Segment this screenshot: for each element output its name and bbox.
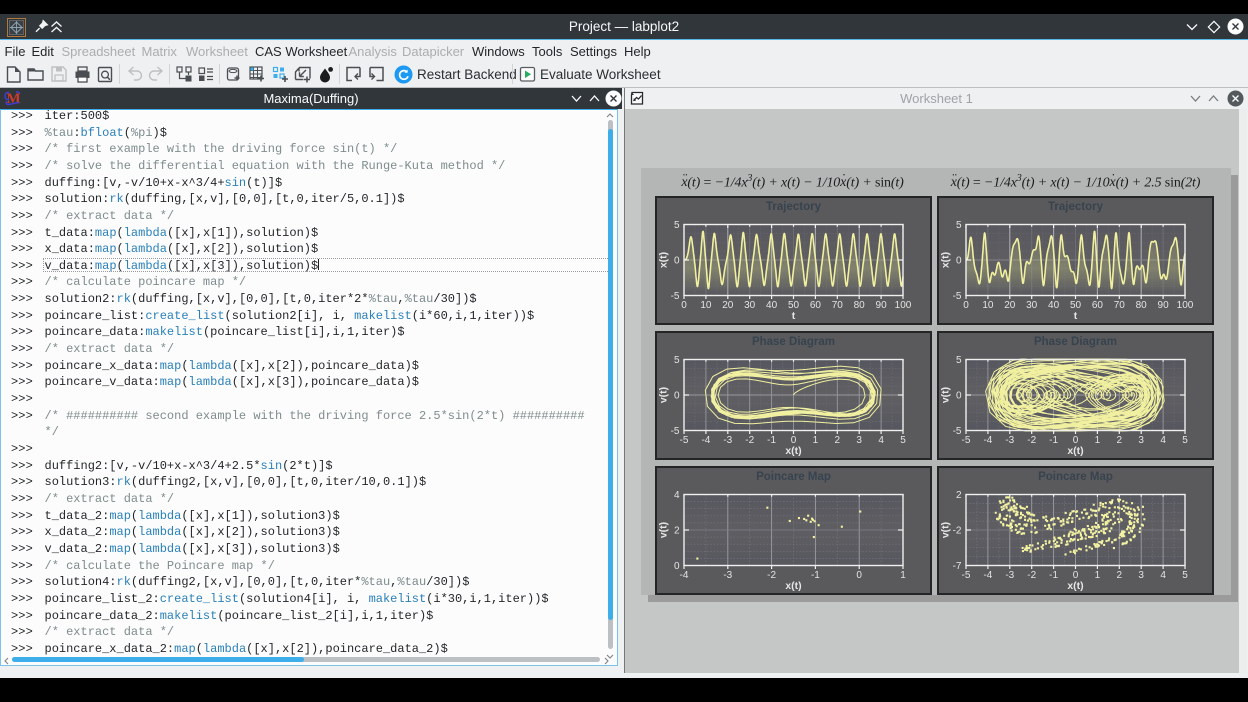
svg-text:0: 0	[956, 390, 962, 401]
svg-text:0: 0	[856, 570, 862, 581]
svg-text:-1: -1	[811, 570, 820, 581]
svg-text:v(t): v(t)	[940, 521, 952, 537]
svg-text:20: 20	[1004, 300, 1016, 311]
svg-text:5: 5	[956, 355, 962, 366]
svg-text:5: 5	[674, 355, 680, 366]
svg-text:Poincare Map: Poincare Map	[756, 471, 831, 483]
svg-text:-5: -5	[680, 435, 689, 446]
svg-text:100: 100	[1177, 300, 1194, 311]
svg-text:-1: -1	[1049, 570, 1058, 581]
svg-text:0: 0	[674, 390, 680, 401]
svg-text:70: 70	[832, 300, 844, 311]
svg-text:0: 0	[963, 300, 969, 311]
svg-text:2: 2	[835, 435, 841, 446]
svg-text:80: 80	[854, 300, 866, 311]
svg-text:-1: -1	[767, 435, 776, 446]
svg-text:5: 5	[956, 220, 962, 231]
svg-text:5: 5	[1182, 570, 1188, 581]
svg-text:4: 4	[1160, 570, 1166, 581]
svg-text:x(t): x(t)	[1067, 580, 1083, 592]
svg-text:-5: -5	[671, 426, 680, 437]
svg-text:-4: -4	[983, 570, 992, 581]
svg-text:2: 2	[674, 525, 680, 536]
svg-text:-7: -7	[953, 561, 962, 572]
svg-text:5: 5	[674, 220, 680, 231]
svg-text:-2: -2	[953, 525, 962, 536]
svg-text:Trajectory: Trajectory	[1048, 201, 1104, 213]
svg-text:-2: -2	[767, 570, 776, 581]
svg-text:2: 2	[956, 490, 962, 501]
svg-text:-5: -5	[962, 435, 971, 446]
svg-text:40: 40	[1048, 300, 1060, 311]
svg-text:-2: -2	[1027, 570, 1036, 581]
svg-text:-4: -4	[701, 435, 710, 446]
svg-text:30: 30	[1026, 300, 1038, 311]
svg-text:20: 20	[722, 300, 734, 311]
svg-text:Trajectory: Trajectory	[766, 201, 822, 213]
svg-text:-4: -4	[680, 570, 689, 581]
svg-text:0: 0	[956, 255, 962, 266]
svg-text:Phase Diagram: Phase Diagram	[1034, 336, 1117, 348]
svg-text:3: 3	[1138, 570, 1144, 581]
svg-text:0: 0	[674, 255, 680, 266]
svg-text:90: 90	[1158, 300, 1170, 311]
svg-text:4: 4	[674, 490, 680, 501]
svg-text:60: 60	[1092, 300, 1104, 311]
svg-text:t: t	[1074, 310, 1078, 322]
svg-text:10: 10	[982, 300, 994, 311]
svg-text:40: 40	[766, 300, 778, 311]
svg-text:2: 2	[1117, 570, 1123, 581]
svg-text:10: 10	[700, 300, 712, 311]
svg-text:90: 90	[876, 300, 888, 311]
svg-text:-3: -3	[1005, 570, 1014, 581]
svg-text:30: 30	[744, 300, 756, 311]
svg-text:-2: -2	[745, 435, 754, 446]
svg-text:x(t): x(t)	[658, 251, 670, 267]
svg-text:Phase Diagram: Phase Diagram	[752, 336, 835, 348]
svg-text:4: 4	[1160, 435, 1166, 446]
svg-text:-3: -3	[1005, 435, 1014, 446]
svg-text:70: 70	[1114, 300, 1126, 311]
svg-text:60: 60	[810, 300, 822, 311]
svg-text:Poincare Map: Poincare Map	[1038, 471, 1113, 483]
svg-text:-5: -5	[962, 570, 971, 581]
svg-text:-5: -5	[953, 291, 962, 302]
svg-text:x(t): x(t)	[785, 580, 801, 592]
svg-text:-2: -2	[1027, 435, 1036, 446]
svg-text:100: 100	[895, 300, 912, 311]
svg-text:3: 3	[856, 435, 862, 446]
svg-text:t: t	[792, 310, 796, 322]
svg-text:x(t): x(t)	[1067, 445, 1083, 457]
svg-text:x(t): x(t)	[785, 445, 801, 457]
svg-text:5: 5	[1182, 435, 1188, 446]
svg-text:0: 0	[681, 300, 687, 311]
svg-text:2: 2	[1117, 435, 1123, 446]
svg-text:-1: -1	[1049, 435, 1058, 446]
svg-text:v(t): v(t)	[658, 386, 670, 402]
svg-text:v(t): v(t)	[940, 386, 952, 402]
svg-text:4: 4	[878, 435, 884, 446]
svg-text:5: 5	[900, 435, 906, 446]
svg-text:-4: -4	[983, 435, 992, 446]
svg-text:-5: -5	[953, 426, 962, 437]
svg-text:1: 1	[1095, 435, 1101, 446]
svg-text:-5: -5	[671, 291, 680, 302]
svg-text:1: 1	[1095, 570, 1101, 581]
svg-text:-3: -3	[723, 435, 732, 446]
svg-text:1: 1	[813, 435, 819, 446]
svg-text:x(t): x(t)	[940, 251, 952, 267]
svg-text:v(t): v(t)	[658, 521, 670, 537]
svg-text:-3: -3	[723, 570, 732, 581]
svg-text:80: 80	[1136, 300, 1148, 311]
svg-text:1: 1	[900, 570, 906, 581]
svg-text:3: 3	[1138, 435, 1144, 446]
